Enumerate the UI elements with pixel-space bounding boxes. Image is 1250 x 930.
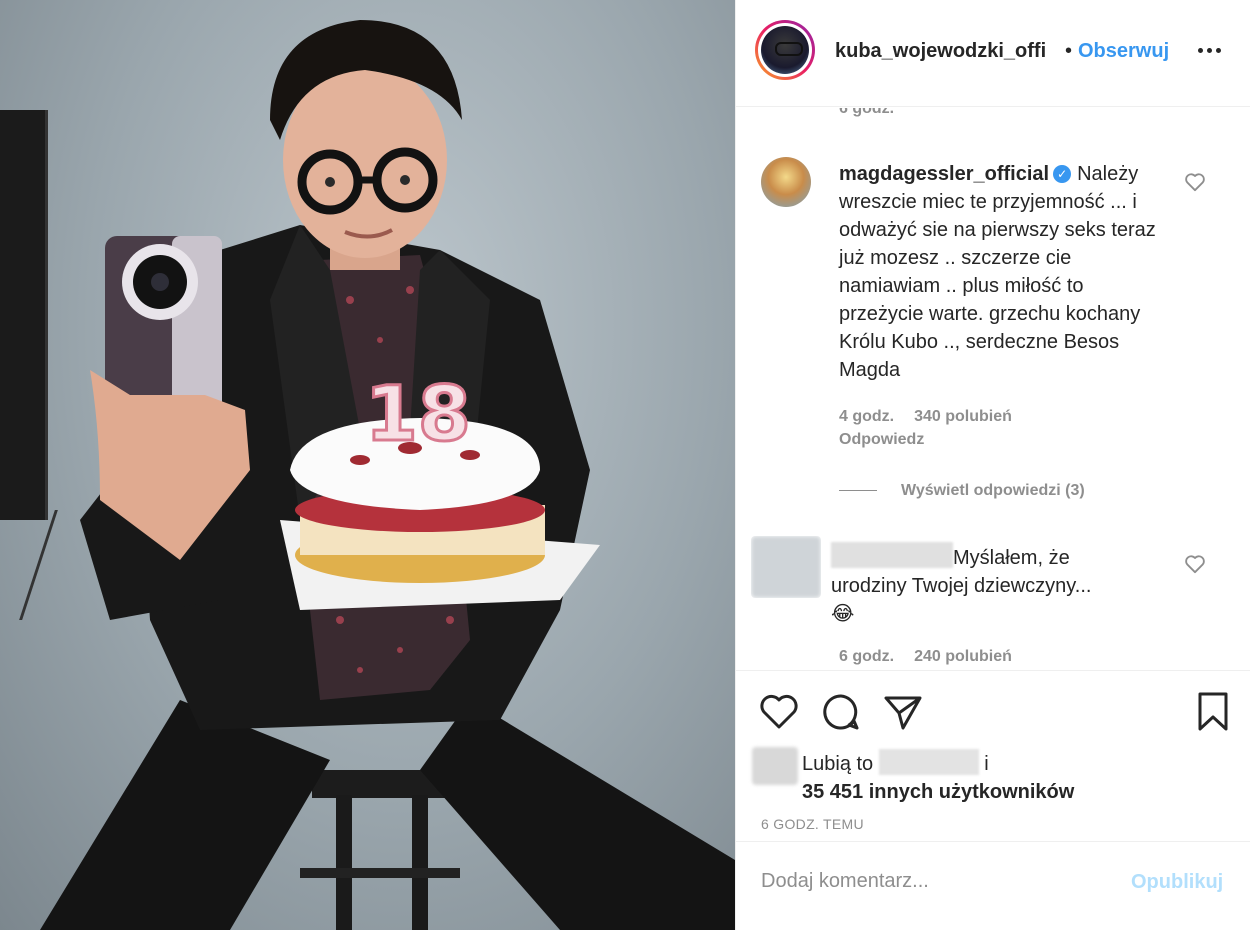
reply-button[interactable]: Odpowiedz (839, 431, 924, 449)
comment-body-line2: urodziny Twojej dziewczyny... (831, 575, 1092, 597)
laughing-emoji: 😂 (831, 603, 855, 625)
post-photo[interactable]: 18 (0, 0, 735, 930)
liker-username-blurred[interactable] (878, 749, 979, 775)
liked-by-prefix: Lubią to (802, 753, 874, 775)
publish-button[interactable]: Opublikuj (1131, 871, 1223, 894)
liker-avatar-blurred[interactable] (752, 747, 798, 785)
add-comment-bar: Opublikuj (736, 841, 1250, 926)
comment-time: 6 godz. (839, 648, 895, 665)
comment-text-block: magdagessler_official ✓ Należy wreszcie mi… (839, 160, 1169, 384)
post-header: kuba_wojewodzki_offi • Obserwuj (736, 0, 1250, 107)
post-timestamp[interactable]: 6 GODZ. TEMU (761, 816, 864, 832)
previous-comment-time: 6 godz. (839, 108, 895, 117)
comment-body-line1: Myślałem, że (953, 547, 1070, 569)
comment-meta: 6 godz. 240 polubień (839, 648, 1032, 666)
bookmark-icon[interactable] (1192, 691, 1234, 733)
verified-badge-icon: ✓ (1053, 165, 1072, 183)
author-avatar[interactable] (755, 20, 815, 80)
liked-by-text: Lubią to i 35 451 innych użytkowników (802, 749, 1222, 806)
header-separator: • (1065, 40, 1073, 62)
heart-outline-icon[interactable] (758, 691, 800, 733)
commenter-avatar[interactable] (761, 157, 811, 207)
speech-bubble-icon[interactable] (820, 691, 862, 733)
comments-list[interactable]: 6 godz. magdagessler_official ✓ Należy wre… (736, 108, 1250, 668)
more-options-icon[interactable] (1194, 38, 1234, 66)
paper-plane-icon[interactable] (882, 691, 924, 733)
comment-input[interactable] (761, 866, 1121, 896)
liked-by-count-link[interactable]: 35 451 innych użytkowników (802, 781, 1074, 803)
comment-likes-count[interactable]: 340 polubień (914, 408, 1012, 425)
liked-by-conjunction: i (984, 753, 989, 775)
comment-like-heart-icon[interactable] (1184, 554, 1206, 574)
commenter-avatar-blurred[interactable] (751, 536, 821, 598)
comment-body: Należy wreszcie miec te przyjemność ... … (839, 163, 1156, 381)
comment-like-heart-icon[interactable] (1184, 172, 1206, 192)
comment-meta: 4 godz. 340 polubień (839, 408, 1032, 426)
post-side-panel: kuba_wojewodzki_offi • Obserwuj 6 godz. … (735, 0, 1250, 930)
commenter-username-blurred[interactable] (831, 542, 953, 568)
cake-candle-number: 18 (365, 369, 471, 458)
comment-time: 4 godz. (839, 408, 895, 425)
author-username-link[interactable]: kuba_wojewodzki_offi (835, 40, 1046, 63)
comment-text-block: Myślałem, że urodziny Twojej dziewczyny.… (831, 542, 1171, 628)
view-replies-button[interactable]: Wyświetl odpowiedzi (3) (839, 482, 1085, 500)
commenter-username-link[interactable]: magdagessler_official (839, 163, 1049, 185)
comment-likes-count[interactable]: 240 polubień (914, 648, 1012, 665)
person-with-cake-illustration: 18 (40, 20, 735, 930)
post-actions: Lubią to i 35 451 innych użytkowników 6 … (736, 670, 1250, 925)
follow-button[interactable]: Obserwuj (1078, 40, 1169, 63)
